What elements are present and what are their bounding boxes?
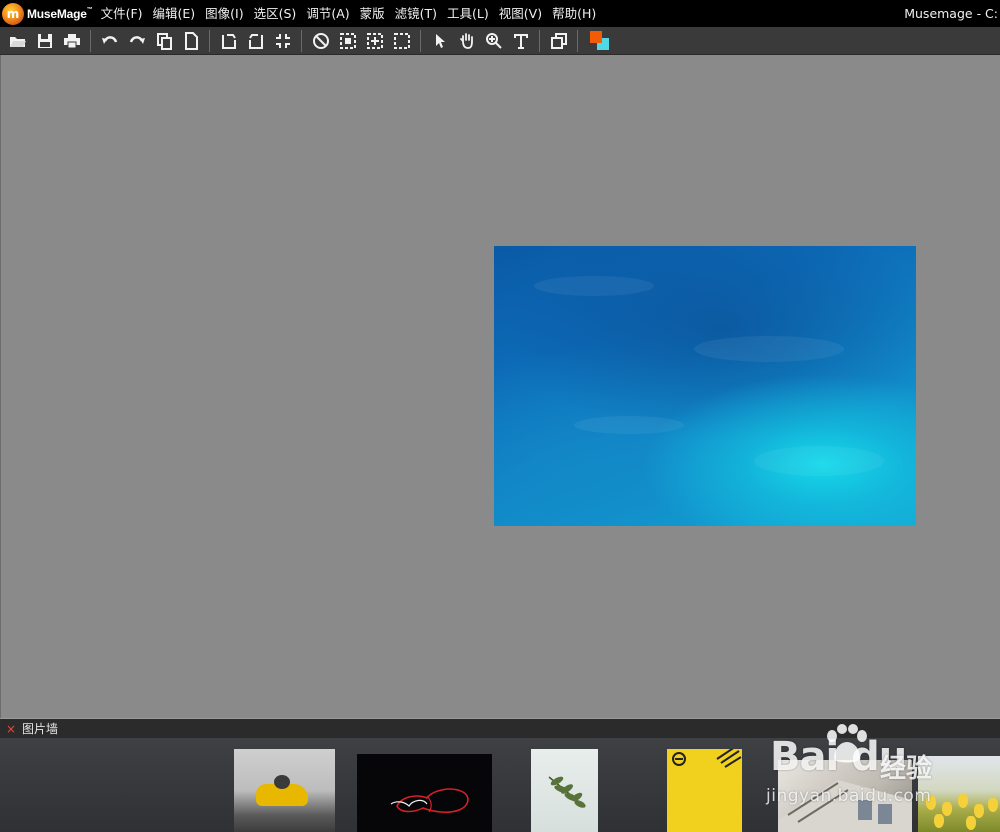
thumbnail-detail [974,804,984,818]
menu-file[interactable]: 文件(F) [97,0,149,27]
text-tool-button[interactable] [509,29,533,53]
thumbnail-detail [942,802,952,816]
picture-wall-strip [0,738,1000,832]
app-logo-text: MuseMage™ [27,6,93,21]
menu-selection[interactable]: 选区(S) [250,0,303,27]
thumbnail-tulips[interactable] [918,756,1000,832]
marquee-icon [393,32,410,49]
deselect-icon [312,32,329,49]
fit-screen-button[interactable] [271,29,295,53]
hand-tool-icon [459,32,473,49]
close-icon[interactable]: × [0,719,22,739]
zoom-tool-button[interactable] [482,29,506,53]
open-icon [9,36,26,47]
thumbnail-detail [934,814,944,828]
musemage-logo-icon: m [2,2,24,25]
deselect-button[interactable] [309,29,333,53]
color-swatches[interactable] [587,29,611,53]
toolbar [0,27,1000,55]
line-art-drawing [390,788,469,813]
foreground-color-swatch[interactable] [590,30,602,43]
pointer-tool-button[interactable] [428,29,452,53]
thumbnail-detail [988,798,998,812]
undo-button[interactable] [98,29,122,53]
print-icon [63,33,80,48]
menu-edit[interactable]: 编辑(E) [149,0,202,27]
rotate-right-icon [248,33,263,49]
undo-icon [101,35,117,44]
picture-wall-header: × 图片墙 [0,718,1000,738]
menu-mask[interactable]: 蒙版 [356,0,391,27]
menu-view[interactable]: 视图(V) [495,0,548,27]
redo-button[interactable] [125,29,149,53]
thumbnail-fern[interactable] [531,749,598,832]
poster-drawing [672,749,742,768]
rotate-left-button[interactable] [217,29,241,53]
picture-wall-title: 图片墙 [22,721,59,736]
menu-tools[interactable]: 工具(L) [443,0,495,27]
layers-button[interactable] [547,29,571,53]
menu-help[interactable]: 帮助(H) [548,0,602,27]
menu-adjust[interactable]: 调节(A) [302,0,355,27]
app-logo: m MuseMage™ [0,0,93,27]
menu-filter[interactable]: 滤镜(T) [391,0,443,27]
building-drawing [778,780,912,832]
window-title: Musemage - C: [904,6,998,21]
toolbar-separator [539,29,540,52]
layers-icon [550,32,567,49]
new-document-icon [184,31,198,50]
menu-image[interactable]: 图像(I) [201,0,249,27]
text-tool-icon [513,33,528,49]
open-image-water[interactable] [494,246,916,526]
zoom-tool-icon [485,32,502,49]
open-button[interactable] [6,29,30,53]
thumbnail-line-art[interactable] [357,754,492,832]
hand-tool-button[interactable] [455,29,479,53]
thumbnail-yellow-poster[interactable] [667,749,742,832]
main-menu: 文件(F) 编辑(E) 图像(I) 选区(S) 调节(A) 蒙版 滤镜(T) 工… [97,0,603,27]
redo-icon [129,35,145,44]
toolbar-separator [90,29,91,52]
select-all-icon [339,32,356,49]
rotate-left-icon [221,33,236,49]
rotate-right-button[interactable] [244,29,268,53]
save-button[interactable] [33,29,57,53]
thumbnail-building[interactable] [778,760,912,832]
thumbnail-detail [958,794,968,808]
marquee-button[interactable] [390,29,414,53]
save-icon [37,33,52,48]
copy-icon [156,32,172,50]
toolbar-separator [577,29,578,52]
thumbnail-detail [274,775,290,789]
toolbar-separator [301,29,302,52]
thumbnail-yellow-coat[interactable] [234,749,335,832]
copy-button[interactable] [152,29,176,53]
thumbnail-detail [966,816,976,830]
fern-drawing [548,776,586,808]
new-document-button[interactable] [179,29,203,53]
crop-selection-button[interactable] [363,29,387,53]
menu-bar: m MuseMage™ 文件(F) 编辑(E) 图像(I) 选区(S) 调节(A… [0,0,1000,27]
fit-screen-icon [275,33,290,48]
toolbar-separator [420,29,421,52]
print-button[interactable] [60,29,84,53]
pointer-tool-icon [435,33,445,48]
toolbar-separator [209,29,210,52]
crop-selection-icon [366,32,383,49]
thumbnail-detail [926,796,936,810]
select-all-button[interactable] [336,29,360,53]
